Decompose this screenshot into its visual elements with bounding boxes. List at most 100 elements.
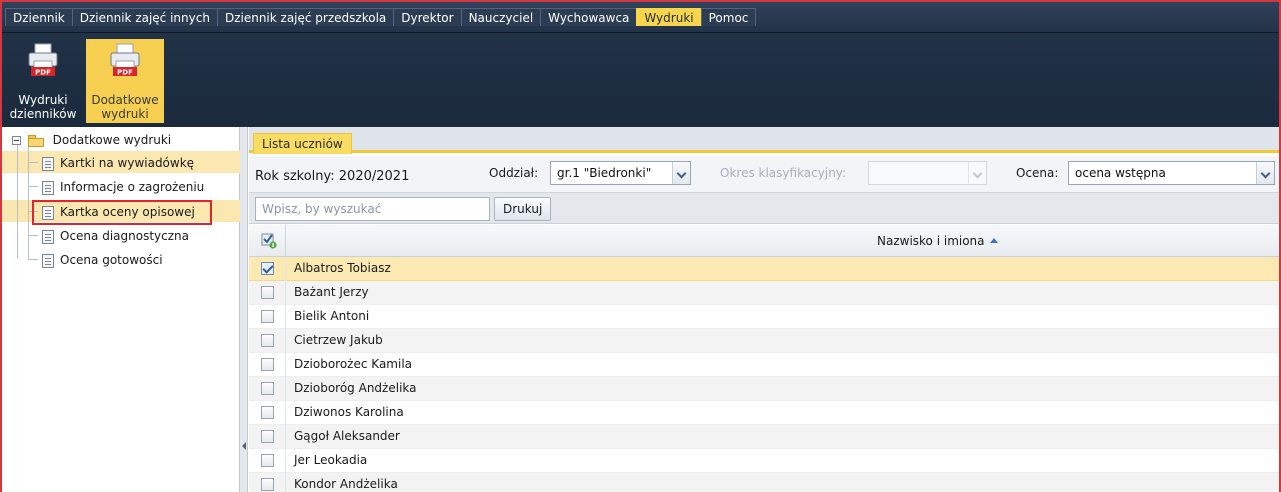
tree-root[interactable]: Dodatkowe wydruki <box>12 129 171 151</box>
column-separator <box>285 425 286 449</box>
row-checkbox[interactable] <box>261 334 274 347</box>
tree-line <box>28 235 38 236</box>
app-window: Dziennik Dziennik zajęć innych Dziennik … <box>0 0 1281 492</box>
select-all-icon[interactable] <box>261 233 277 249</box>
ocena-label: Ocena: <box>1016 166 1059 180</box>
table-row[interactable]: Dziwonos Karolina <box>249 401 1279 425</box>
column-separator <box>285 401 286 425</box>
menu-pomoc[interactable]: Pomoc <box>700 8 757 26</box>
menu-dziennik-zajec-przedszkola[interactable]: Dziennik zajęć przedszkola <box>216 8 395 26</box>
table-row[interactable]: Bielik Antoni <box>249 305 1279 329</box>
document-icon <box>42 229 54 244</box>
table-row[interactable]: Kondor Andżelika <box>249 473 1279 492</box>
column-header-nazwisko[interactable]: Nazwisko i imiona <box>877 234 998 248</box>
wydruki-dziennikow-button[interactable]: PDF Wydruki dzienników <box>4 39 82 123</box>
main-panel: Lista uczniów Rok szkolny: 2020/2021 Odd… <box>249 127 1279 492</box>
column-separator <box>285 377 286 401</box>
row-checkbox[interactable] <box>261 358 274 371</box>
ocena-select-value: ocena wstępna <box>1075 166 1166 180</box>
student-name: Bażant Jerzy <box>294 285 369 299</box>
tree-line <box>28 141 29 259</box>
tree-item-label: Ocena diagnostyczna <box>60 229 189 243</box>
table-row[interactable]: Dzioboróg Andżelika <box>249 377 1279 401</box>
student-name: Dzioboróg Andżelika <box>294 381 417 395</box>
tab-strip: Lista uczniów <box>249 127 1279 154</box>
collapse-arrow-icon[interactable] <box>242 442 246 450</box>
student-name: Bielik Antoni <box>294 309 370 323</box>
row-checkbox[interactable] <box>261 262 274 275</box>
student-name: Albatros Tobiasz <box>294 261 391 275</box>
oddzial-select[interactable]: gr.1 "Biedronki" <box>550 161 691 185</box>
row-checkbox[interactable] <box>261 478 274 491</box>
wydruki-dziennikow-label-1: Wydruki <box>18 93 68 107</box>
row-checkbox[interactable] <box>261 286 274 299</box>
svg-text:PDF: PDF <box>117 69 133 77</box>
search-bar: Drukuj <box>249 192 1279 224</box>
student-name: Cietrzew Jakub <box>294 333 383 347</box>
student-name: Jer Leokadia <box>294 453 368 467</box>
wydruki-dziennikow-label-2: dzienników <box>9 107 77 121</box>
collapse-icon[interactable] <box>12 136 21 145</box>
menu-wychowawca[interactable]: Wychowawca <box>540 8 638 26</box>
table-row[interactable]: Cietrzew Jakub <box>249 329 1279 353</box>
tree-item-label: Kartki na wywiadówkę <box>60 156 195 170</box>
chevron-down-icon[interactable] <box>968 162 986 184</box>
column-separator <box>285 257 286 281</box>
student-name: Dzioborożec Kamila <box>294 357 413 371</box>
students-table: Nazwisko i imiona Albatros Tobiasz Bażant… <box>249 225 1279 492</box>
menu-wydruki[interactable]: Wydruki <box>636 8 702 26</box>
document-icon <box>42 156 54 171</box>
menu-nauczyciel[interactable]: Nauczyciel <box>460 8 542 26</box>
column-separator <box>285 281 286 305</box>
oddzial-label: Oddział: <box>489 166 539 180</box>
column-separator <box>285 225 286 257</box>
tree-root-label: Dodatkowe wydruki <box>52 133 172 147</box>
column-separator <box>285 473 286 492</box>
filter-bar: Rok szkolny: 2020/2021 Oddział: gr.1 "Bi… <box>249 156 1279 192</box>
tab-lista-uczniow[interactable]: Lista uczniów <box>253 133 352 154</box>
column-separator <box>285 353 286 377</box>
table-row[interactable]: Gągoł Aleksander <box>249 425 1279 449</box>
document-icon <box>42 253 54 268</box>
chevron-down-icon[interactable] <box>1256 162 1274 184</box>
menu-dziennik-zajec-innych[interactable]: Dziennik zajęć innych <box>71 8 218 26</box>
okres-select[interactable] <box>868 161 987 185</box>
sort-ascending-icon <box>989 238 998 243</box>
row-checkbox[interactable] <box>261 454 274 467</box>
tree-item-label: Ocena gotowości <box>60 253 163 267</box>
table-row[interactable]: Dzioborożec Kamila <box>249 353 1279 377</box>
column-header-label: Nazwisko i imiona <box>877 234 985 248</box>
tree-line <box>28 162 38 163</box>
row-checkbox[interactable] <box>261 382 274 395</box>
menu-dziennik[interactable]: Dziennik <box>5 8 73 26</box>
tree-item-informacje-o-zagrozeniu[interactable]: Informacje o zagrożeniu <box>42 176 204 198</box>
table-row[interactable]: Bażant Jerzy <box>249 281 1279 305</box>
selection-highlight-box <box>32 200 212 225</box>
folder-open-icon <box>27 134 45 147</box>
student-name: Gągoł Aleksander <box>294 429 400 443</box>
ribbon-toolbar: PDF Wydruki dzienników PDF Dodatkowe wyd… <box>2 32 1279 127</box>
table-row[interactable]: Albatros Tobiasz <box>249 257 1279 281</box>
print-button[interactable]: Drukuj <box>494 197 552 221</box>
school-year-label: Rok szkolny: 2020/2021 <box>255 169 410 184</box>
tree-item-ocena-diagnostyczna[interactable]: Ocena diagnostyczna <box>42 225 189 247</box>
dodatkowe-wydruki-button[interactable]: PDF Dodatkowe wydruki <box>86 39 164 123</box>
table-row[interactable]: Jer Leokadia <box>249 449 1279 473</box>
tree-item-ocena-gotowosci[interactable]: Ocena gotowości <box>42 249 163 271</box>
table-header: Nazwisko i imiona <box>249 225 1279 257</box>
tree-line <box>28 259 38 260</box>
pdf-printer-icon: PDF <box>28 43 58 77</box>
table-body: Albatros Tobiasz Bażant Jerzy Bielik Anton… <box>249 257 1279 492</box>
search-input[interactable] <box>255 197 490 221</box>
row-checkbox[interactable] <box>261 430 274 443</box>
chevron-down-icon[interactable] <box>672 162 690 184</box>
tree-item-kartki-na-wywiadowke[interactable]: Kartki na wywiadówkę <box>42 152 194 174</box>
oddzial-select-value: gr.1 "Biedronki" <box>557 166 652 180</box>
ocena-select[interactable]: ocena wstępna <box>1068 161 1275 185</box>
column-separator <box>285 449 286 473</box>
row-checkbox[interactable] <box>261 406 274 419</box>
panel-splitter[interactable] <box>240 127 248 492</box>
row-checkbox[interactable] <box>261 310 274 323</box>
svg-text:PDF: PDF <box>35 69 51 77</box>
menu-dyrektor[interactable]: Dyrektor <box>393 8 462 26</box>
